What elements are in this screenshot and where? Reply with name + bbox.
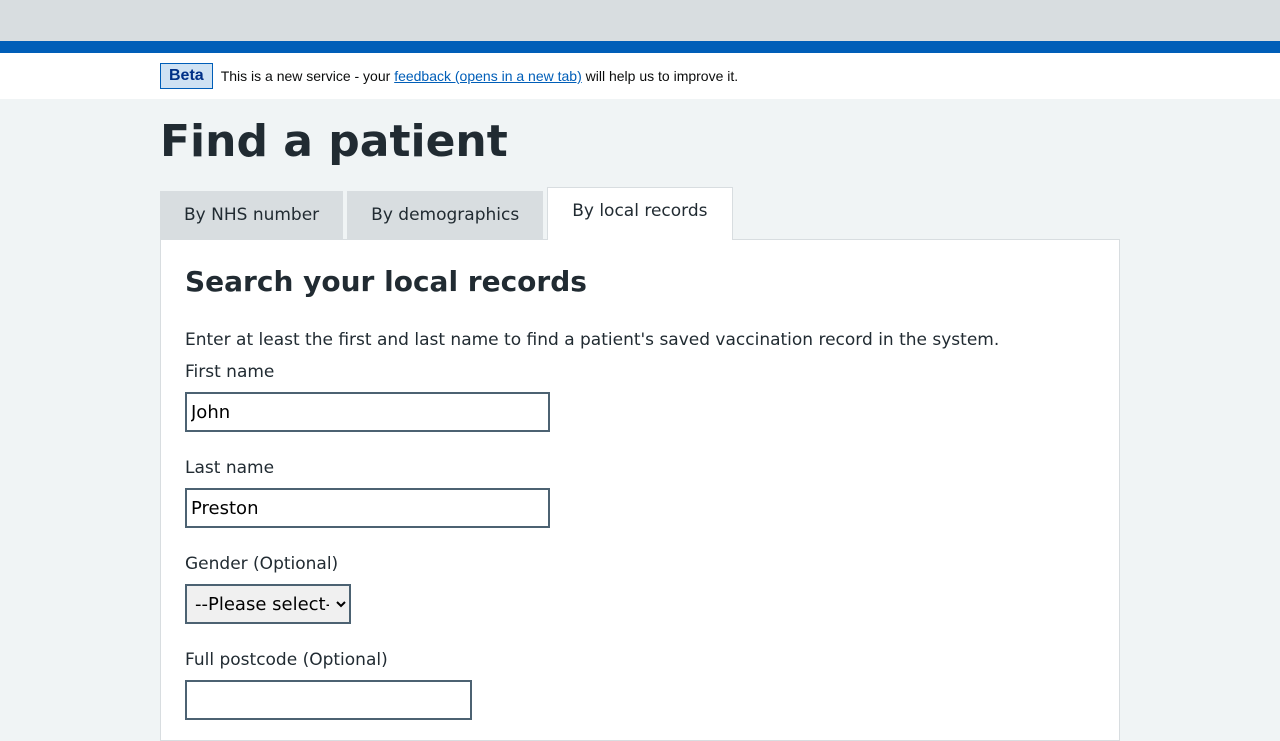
- beta-tag: Beta: [160, 63, 213, 89]
- feedback-link[interactable]: feedback (opens in a new tab): [394, 68, 582, 84]
- tab-local-records[interactable]: By local records: [547, 187, 733, 240]
- last-name-input[interactable]: [185, 488, 550, 528]
- beta-message: This is a new service - your feedback (o…: [221, 68, 738, 84]
- postcode-group: Full postcode (Optional): [185, 648, 472, 720]
- gender-group: Gender (Optional) --Please select--: [185, 552, 351, 624]
- beta-text-before: This is a new service - your: [220, 68, 395, 84]
- tab-nhs-number[interactable]: By NHS number: [160, 191, 344, 239]
- tab-demographics[interactable]: By demographics: [347, 191, 544, 239]
- postcode-label: Full postcode (Optional): [185, 650, 388, 670]
- search-tabs: By NHS number By demographics By local r…: [160, 187, 737, 240]
- postcode-input[interactable]: [185, 680, 472, 720]
- gender-label: Gender (Optional): [185, 554, 339, 574]
- search-hint: Enter at least the first and last name t…: [185, 330, 1000, 350]
- local-records-panel: Search your local records Enter at least…: [160, 239, 1120, 741]
- panel-heading: Search your local records: [185, 265, 587, 298]
- gender-select[interactable]: --Please select--: [185, 584, 351, 624]
- last-name-group: Last name: [185, 456, 550, 528]
- first-name-group: First name: [185, 360, 550, 432]
- first-name-label: First name: [185, 362, 275, 382]
- beta-banner: Beta This is a new service - your feedba…: [0, 53, 1280, 99]
- page-title: Find a patient: [160, 116, 508, 167]
- beta-text-after: will help us to improve it.: [581, 68, 739, 84]
- last-name-label: Last name: [185, 458, 275, 478]
- brand-accent-bar: [0, 41, 1280, 53]
- first-name-input[interactable]: [185, 392, 550, 432]
- top-header-bar: [0, 0, 1280, 41]
